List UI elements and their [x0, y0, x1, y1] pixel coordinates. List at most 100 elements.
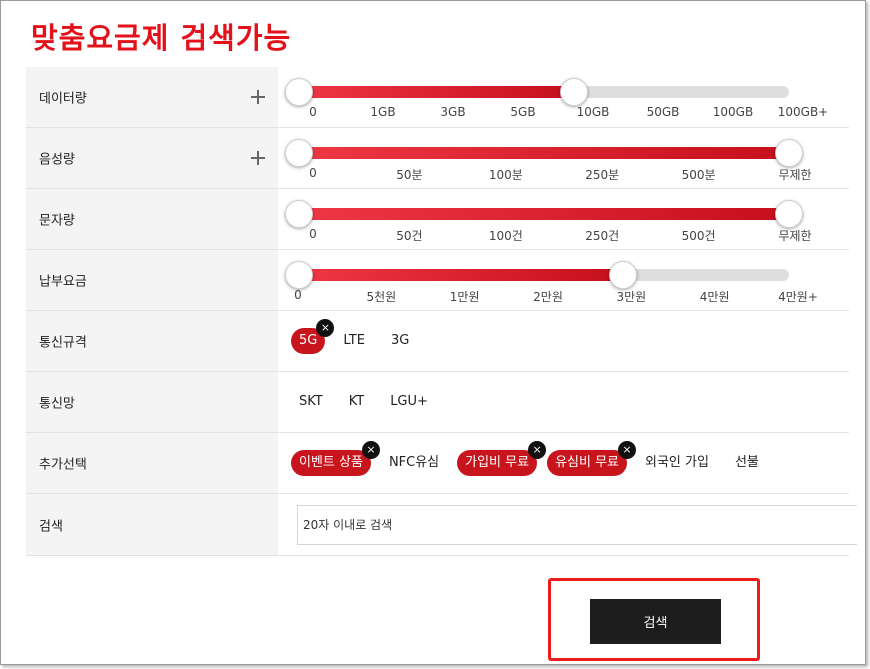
- slider-handle-min[interactable]: [285, 78, 313, 106]
- slider-tick-label: 500분: [681, 168, 716, 182]
- slider-fill: [292, 147, 789, 159]
- plus-icon[interactable]: [251, 151, 265, 165]
- row-label-cell: 음성량: [26, 128, 278, 188]
- fee-slider[interactable]: 0 5천원 1만원 2만원 3만원 4만원 4만원+: [278, 250, 838, 310]
- row-label-cell: 납부요금: [26, 250, 278, 310]
- filter-chip-label: 유심비 무료: [555, 455, 620, 470]
- row-label-cell: 추가선택: [26, 433, 278, 493]
- slider-tick-label: 4만원+: [778, 290, 818, 304]
- filter-chip[interactable]: 가입비 무료 ×: [457, 441, 547, 476]
- slider-fill: [292, 86, 575, 98]
- slider-tick-label: 500건: [681, 229, 716, 243]
- row-content: 5G × LTE 3G: [278, 311, 849, 371]
- row-network-type: 통신규격 5G × LTE 3G: [26, 311, 849, 372]
- slider-tick-label: 4만원: [699, 290, 730, 304]
- slider-tick-label: 0: [294, 288, 302, 302]
- slider-tick-label: 3GB: [440, 105, 466, 119]
- row-carrier: 통신망 SKT KT LGU+: [26, 372, 849, 433]
- slider-tick-label: 무제한: [778, 168, 812, 182]
- row-label-network-type: 통신규격: [39, 335, 87, 351]
- slider-tick-label: 3만원: [616, 290, 647, 304]
- slider-handle-min[interactable]: [285, 200, 313, 228]
- filter-chip-label: 가입비 무료: [465, 455, 530, 470]
- filter-chip[interactable]: 이벤트 상품 ×: [291, 441, 380, 476]
- filter-chip[interactable]: SKT: [291, 389, 331, 415]
- filter-chip[interactable]: LGU+: [382, 389, 436, 415]
- row-content: 0 50분 100분 250분 500분 무제한: [278, 128, 849, 188]
- row-content: SKT KT LGU+: [278, 372, 849, 432]
- close-icon[interactable]: ×: [618, 441, 637, 459]
- row-data: 데이터량 0 1GB 3GB 5GB 10GB 50GB 100GB 100GB+: [26, 67, 849, 128]
- close-icon[interactable]: ×: [361, 441, 380, 459]
- slider-tick-label: 0: [309, 227, 317, 241]
- extras-chips: 이벤트 상품 × NFC유심 가입비 무료 × 유심비 무료 × 외국인 가입 선불: [291, 441, 777, 476]
- slider-tick-label: 0: [309, 166, 317, 180]
- slider-handle-max[interactable]: [608, 261, 637, 289]
- filter-chip[interactable]: NFC유심: [381, 450, 447, 476]
- slider-tick-label: 0: [309, 105, 317, 119]
- row-label-fee: 납부요금: [39, 274, 87, 290]
- slider-tick-label: 100건: [488, 229, 523, 243]
- filter-chip-label: 이벤트 상품: [299, 455, 363, 470]
- slider-tick-label: 50GB: [646, 105, 680, 119]
- filter-chip-label: 외국인 가입: [645, 455, 709, 470]
- filter-chip[interactable]: KT: [341, 389, 372, 415]
- row-voice: 음성량 0 50분 100분 250분 500분 무제한: [26, 128, 849, 189]
- row-label-voice: 음성량: [39, 152, 75, 168]
- slider-tick-label: 100분: [488, 168, 523, 182]
- row-label-cell: 통신망: [26, 372, 278, 432]
- filter-chip-label: 선불: [734, 455, 759, 470]
- row-search: 검색: [26, 494, 857, 556]
- row-label-carrier: 통신망: [39, 396, 75, 412]
- filter-chip[interactable]: 외국인 가입: [637, 450, 717, 476]
- row-label-cell: 데이터량: [26, 67, 278, 127]
- slider-tick-label: 5천원: [366, 290, 397, 304]
- row-content: 이벤트 상품 × NFC유심 가입비 무료 × 유심비 무료 × 외국인 가입 선불: [278, 433, 849, 493]
- slider-fill: [292, 208, 789, 220]
- filter-chip-label: LGU+: [390, 394, 428, 409]
- filter-chip-label: NFC유심: [388, 455, 440, 470]
- row-label-cell: 통신규격: [26, 311, 278, 371]
- filter-chip[interactable]: 선불: [727, 450, 767, 476]
- search-input[interactable]: [297, 505, 857, 545]
- row-label-cell: 문자량: [26, 189, 278, 249]
- slider-tick-label: 10GB: [576, 105, 610, 119]
- filter-chip-label: 3G: [390, 333, 410, 348]
- slider-tick-label: 2만원: [533, 290, 563, 304]
- voice-slider[interactable]: 0 50분 100분 250분 500분 무제한: [278, 128, 838, 188]
- plus-icon[interactable]: [251, 90, 265, 104]
- filter-chip[interactable]: LTE: [335, 328, 373, 354]
- slider-tick-label: 50분: [396, 168, 423, 182]
- slider-fill: [292, 269, 623, 281]
- slider-handle-max[interactable]: [775, 139, 803, 167]
- carrier-chips: SKT KT LGU+: [291, 389, 446, 415]
- slider-tick-label: 50건: [396, 229, 423, 243]
- filter-chip[interactable]: 3G: [383, 328, 417, 354]
- window-frame: 맞춤요금제 검색가능 데이터량 0 1GB 3GB 5GB 10GB 50GB 100GB 1…: [0, 0, 866, 665]
- slider-handle-max[interactable]: [560, 78, 589, 106]
- close-icon[interactable]: ×: [316, 319, 335, 337]
- sms-slider[interactable]: 0 50건 100건 250건 500건 무제한: [278, 189, 838, 249]
- data-slider[interactable]: 0 1GB 3GB 5GB 10GB 50GB 100GB 100GB+: [278, 67, 838, 127]
- filter-table: 데이터량 0 1GB 3GB 5GB 10GB 50GB 100GB 100GB+ 음성량 0…: [26, 67, 857, 556]
- slider-tick-label: 250분: [585, 168, 620, 182]
- row-content: [278, 494, 857, 555]
- slider-tick-label: 250건: [585, 229, 620, 243]
- row-label-extras: 추가선택: [39, 457, 87, 473]
- slider-handle-min[interactable]: [285, 261, 313, 289]
- slider-handle-max[interactable]: [775, 200, 803, 228]
- search-button[interactable]: 검색: [590, 599, 721, 644]
- filter-chip[interactable]: 5G ×: [291, 319, 335, 354]
- network-type-chips: 5G × LTE 3G: [291, 319, 427, 354]
- filter-chip[interactable]: 유심비 무료 ×: [547, 441, 637, 476]
- filter-chip-label: KT: [348, 394, 365, 409]
- close-icon[interactable]: ×: [528, 441, 547, 459]
- page-title: 맞춤요금제 검색가능: [31, 21, 292, 55]
- row-content: 0 5천원 1만원 2만원 3만원 4만원 4만원+: [278, 250, 849, 310]
- slider-tick-label: 5GB: [510, 105, 536, 119]
- slider-tick-label: 1만원: [449, 290, 480, 304]
- slider-handle-min[interactable]: [285, 139, 313, 167]
- row-content: 0 50건 100건 250건 500건 무제한: [278, 189, 849, 249]
- row-fee: 납부요금 0 5천원 1만원 2만원 3만원 4만원 4만원+: [26, 250, 849, 311]
- row-content: 0 1GB 3GB 5GB 10GB 50GB 100GB 100GB+: [278, 67, 849, 127]
